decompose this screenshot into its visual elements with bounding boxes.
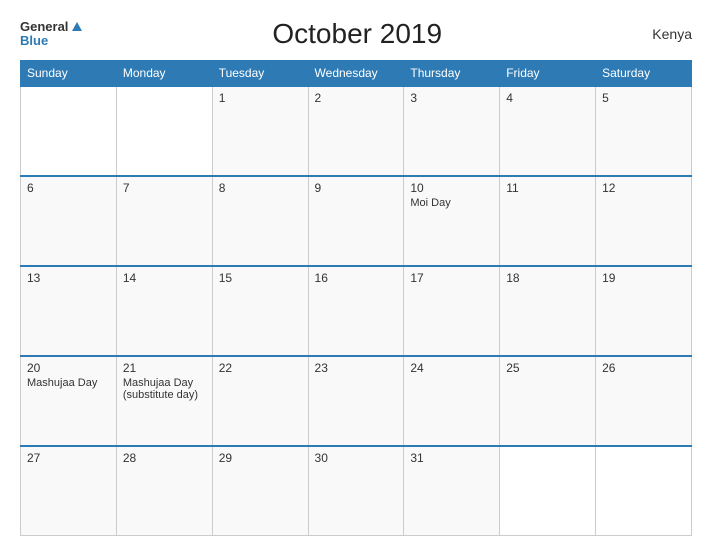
calendar-cell: 29 xyxy=(212,446,308,536)
calendar-cell: 17 xyxy=(404,266,500,356)
calendar-cell: 30 xyxy=(308,446,404,536)
day-number: 21 xyxy=(123,361,206,375)
day-number: 23 xyxy=(315,361,398,375)
day-number: 1 xyxy=(219,91,302,105)
day-number: 20 xyxy=(27,361,110,375)
calendar-cell xyxy=(500,446,596,536)
day-event: Mashujaa Day (substitute day) xyxy=(123,377,206,401)
calendar-cell: 23 xyxy=(308,356,404,446)
calendar-cell: 27 xyxy=(21,446,117,536)
header-saturday: Saturday xyxy=(596,61,692,87)
day-number: 5 xyxy=(602,91,685,105)
calendar-cell: 31 xyxy=(404,446,500,536)
day-number: 10 xyxy=(410,181,493,195)
day-event: Mashujaa Day xyxy=(27,377,110,389)
day-number: 8 xyxy=(219,181,302,195)
day-number: 26 xyxy=(602,361,685,375)
header-thursday: Thursday xyxy=(404,61,500,87)
header-sunday: Sunday xyxy=(21,61,117,87)
calendar-cell xyxy=(116,86,212,176)
calendar-cell: 20 Mashujaa Day xyxy=(21,356,117,446)
header: General Blue October 2019 Kenya xyxy=(20,18,692,50)
day-number: 16 xyxy=(315,271,398,285)
calendar-cell: 21 Mashujaa Day (substitute day) xyxy=(116,356,212,446)
calendar-week-row: 27 28 29 30 31 xyxy=(21,446,692,536)
page: General Blue October 2019 Kenya Sunday M… xyxy=(0,0,712,550)
calendar-cell: 16 xyxy=(308,266,404,356)
calendar-cell xyxy=(21,86,117,176)
day-number: 9 xyxy=(315,181,398,195)
day-number: 30 xyxy=(315,451,398,465)
day-number: 25 xyxy=(506,361,589,375)
calendar-week-row: 6789 10 Moi Day 11 12 xyxy=(21,176,692,266)
day-number: 15 xyxy=(219,271,302,285)
day-number: 4 xyxy=(506,91,589,105)
day-number: 31 xyxy=(410,451,493,465)
calendar-cell: 6 xyxy=(21,176,117,266)
calendar-cell: 22 xyxy=(212,356,308,446)
calendar-cell: 12 xyxy=(596,176,692,266)
day-number: 3 xyxy=(410,91,493,105)
day-number: 24 xyxy=(410,361,493,375)
calendar-week-row: 20 Mashujaa Day 21 Mashujaa Day (substitute… xyxy=(21,356,692,446)
day-event: Moi Day xyxy=(410,197,493,209)
day-number: 18 xyxy=(506,271,589,285)
calendar-cell: 19 xyxy=(596,266,692,356)
day-number: 7 xyxy=(123,181,206,195)
calendar-cell: 13 xyxy=(21,266,117,356)
calendar-table: Sunday Monday Tuesday Wednesday Thursday… xyxy=(20,60,692,536)
calendar-week-row: 12345 xyxy=(21,86,692,176)
header-monday: Monday xyxy=(116,61,212,87)
header-friday: Friday xyxy=(500,61,596,87)
calendar-cell: 25 xyxy=(500,356,596,446)
logo-general-text: General xyxy=(20,20,68,34)
day-number: 19 xyxy=(602,271,685,285)
header-tuesday: Tuesday xyxy=(212,61,308,87)
country-label: Kenya xyxy=(632,26,692,42)
calendar-cell: 24 xyxy=(404,356,500,446)
day-number: 28 xyxy=(123,451,206,465)
calendar-cell: 7 xyxy=(116,176,212,266)
calendar-cell: 28 xyxy=(116,446,212,536)
day-number: 13 xyxy=(27,271,110,285)
calendar-cell: 10 Moi Day xyxy=(404,176,500,266)
calendar-cell: 3 xyxy=(404,86,500,176)
calendar-cell: 4 xyxy=(500,86,596,176)
calendar-cell: 11 xyxy=(500,176,596,266)
calendar-cell: 9 xyxy=(308,176,404,266)
logo-blue-text: Blue xyxy=(20,34,82,48)
calendar-cell xyxy=(596,446,692,536)
day-number: 14 xyxy=(123,271,206,285)
calendar-cell: 1 xyxy=(212,86,308,176)
calendar-cell: 15 xyxy=(212,266,308,356)
day-number: 29 xyxy=(219,451,302,465)
day-number: 22 xyxy=(219,361,302,375)
day-number: 6 xyxy=(27,181,110,195)
day-number: 2 xyxy=(315,91,398,105)
logo-triangle-icon xyxy=(72,22,82,31)
calendar-title: October 2019 xyxy=(82,18,632,50)
calendar-cell: 8 xyxy=(212,176,308,266)
calendar-cell: 5 xyxy=(596,86,692,176)
weekday-header-row: Sunday Monday Tuesday Wednesday Thursday… xyxy=(21,61,692,87)
calendar-cell: 18 xyxy=(500,266,596,356)
logo: General Blue xyxy=(20,20,82,49)
day-number: 11 xyxy=(506,181,589,195)
calendar-week-row: 13 14 15 16 17 18 19 xyxy=(21,266,692,356)
calendar-cell: 26 xyxy=(596,356,692,446)
day-number: 27 xyxy=(27,451,110,465)
calendar-cell: 2 xyxy=(308,86,404,176)
day-number: 12 xyxy=(602,181,685,195)
header-wednesday: Wednesday xyxy=(308,61,404,87)
day-number: 17 xyxy=(410,271,493,285)
calendar-cell: 14 xyxy=(116,266,212,356)
